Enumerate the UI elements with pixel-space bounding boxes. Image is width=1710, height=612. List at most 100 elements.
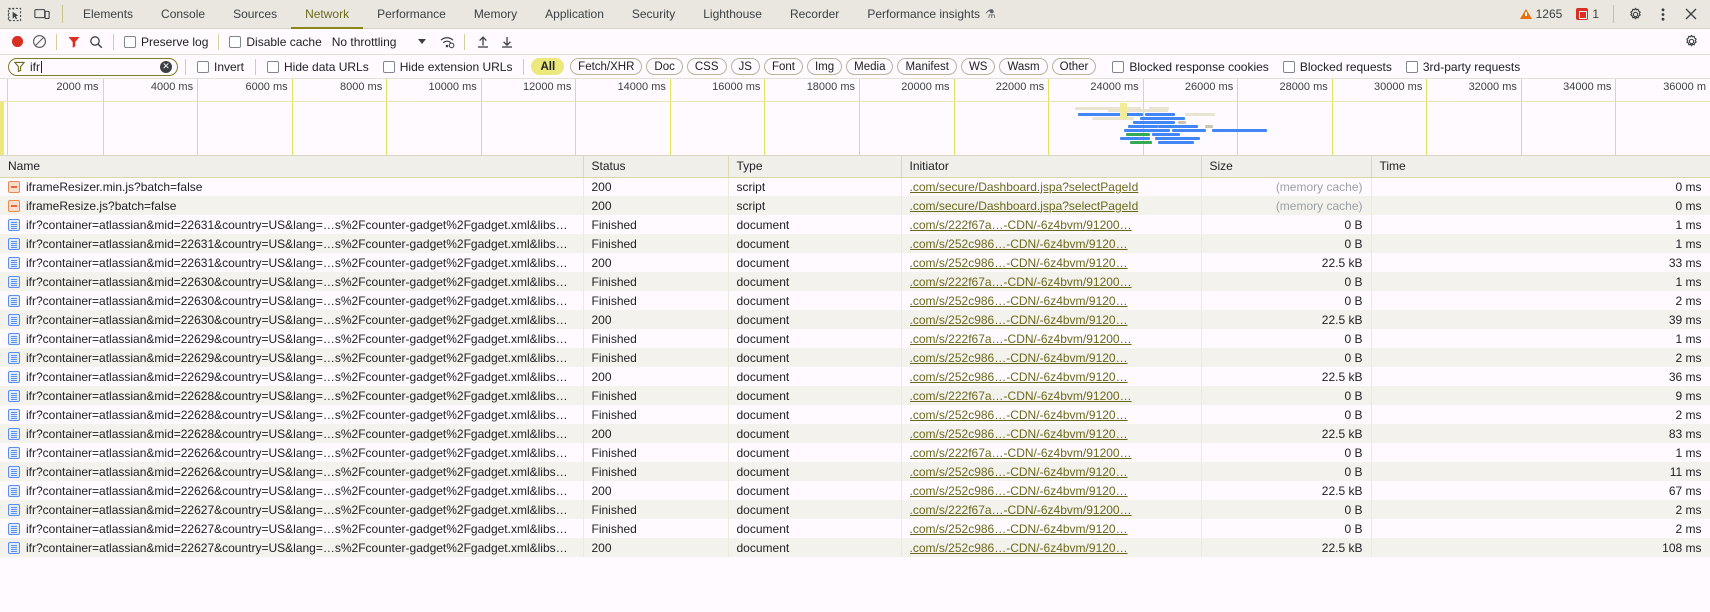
chevron-down-icon[interactable]	[418, 39, 426, 44]
initiator-link[interactable]: .com/s/252c986…-CDN/-6z4bvm/9120…	[910, 408, 1193, 422]
column-header-time[interactable]: Time	[1371, 156, 1710, 177]
cell-name[interactable]: ifr?container=atlassian&mid=22629&countr…	[0, 367, 583, 386]
tab-performance[interactable]: Performance	[363, 0, 460, 29]
initiator-link[interactable]: .com/s/222f67a…-CDN/-6z4bvm/91200…	[910, 332, 1193, 346]
table-row[interactable]: ifr?container=atlassian&mid=22630&countr…	[0, 272, 1710, 291]
initiator-link[interactable]: .com/s/252c986…-CDN/-6z4bvm/9120…	[910, 370, 1193, 384]
search-icon[interactable]	[85, 31, 107, 53]
table-row[interactable]: ifr?container=atlassian&mid=22628&countr…	[0, 386, 1710, 405]
table-row[interactable]: iframeResizer.min.js?batch=false200scrip…	[0, 177, 1710, 196]
type-filter-wasm[interactable]: Wasm	[999, 58, 1047, 75]
initiator-link[interactable]: .com/s/252c986…-CDN/-6z4bvm/9120…	[910, 313, 1193, 327]
network-conditions-icon[interactable]	[436, 31, 458, 53]
initiator-link[interactable]: .com/s/252c986…-CDN/-6z4bvm/9120…	[910, 256, 1193, 270]
device-toolbar-icon[interactable]	[28, 1, 56, 27]
gear-icon[interactable]	[1622, 1, 1648, 27]
tab-elements[interactable]: Elements	[69, 0, 147, 29]
table-row[interactable]: ifr?container=atlassian&mid=22628&countr…	[0, 405, 1710, 424]
type-filter-manifest[interactable]: Manifest	[897, 58, 956, 75]
type-filter-font[interactable]: Font	[764, 58, 803, 75]
third-party-requests-checkbox[interactable]: 3rd-party requests	[1402, 60, 1524, 74]
import-har-icon[interactable]	[471, 31, 495, 53]
tab-performance-insights[interactable]: Performance insights ⚗	[853, 0, 1009, 29]
hide-data-urls-checkbox[interactable]: Hide data URLs	[263, 60, 373, 74]
table-row[interactable]: ifr?container=atlassian&mid=22626&countr…	[0, 462, 1710, 481]
cell-name[interactable]: ifr?container=atlassian&mid=22626&countr…	[0, 481, 583, 500]
column-header-initiator[interactable]: Initiator	[901, 156, 1201, 177]
more-vertical-icon[interactable]	[1650, 1, 1676, 27]
initiator-link[interactable]: .com/s/252c986…-CDN/-6z4bvm/9120…	[910, 522, 1193, 536]
hide-extension-urls-checkbox[interactable]: Hide extension URLs	[379, 60, 517, 74]
cell-name[interactable]: ifr?container=atlassian&mid=22631&countr…	[0, 234, 583, 253]
type-filter-other[interactable]: Other	[1052, 58, 1097, 75]
type-filter-ws[interactable]: WS	[961, 58, 996, 75]
type-filter-fetch-xhr[interactable]: Fetch/XHR	[570, 58, 642, 75]
tab-application[interactable]: Application	[531, 0, 618, 29]
clear-filter-icon[interactable]: ✕	[160, 61, 172, 73]
table-row[interactable]: ifr?container=atlassian&mid=22629&countr…	[0, 348, 1710, 367]
initiator-link[interactable]: .com/secure/Dashboard.jspa?selectPageId	[910, 180, 1193, 194]
tab-console[interactable]: Console	[147, 0, 219, 29]
table-row[interactable]: ifr?container=atlassian&mid=22630&countr…	[0, 310, 1710, 329]
table-row[interactable]: ifr?container=atlassian&mid=22630&countr…	[0, 291, 1710, 310]
cell-name[interactable]: iframeResize.js?batch=false	[0, 196, 583, 215]
cell-name[interactable]: ifr?container=atlassian&mid=22626&countr…	[0, 443, 583, 462]
table-row[interactable]: ifr?container=atlassian&mid=22629&countr…	[0, 329, 1710, 348]
initiator-link[interactable]: .com/s/222f67a…-CDN/-6z4bvm/91200…	[910, 218, 1193, 232]
cell-name[interactable]: ifr?container=atlassian&mid=22628&countr…	[0, 386, 583, 405]
initiator-link[interactable]: .com/s/222f67a…-CDN/-6z4bvm/91200…	[910, 503, 1193, 517]
cell-name[interactable]: ifr?container=atlassian&mid=22629&countr…	[0, 329, 583, 348]
cell-name[interactable]: ifr?container=atlassian&mid=22631&countr…	[0, 215, 583, 234]
warning-count-badge[interactable]: 1265	[1514, 7, 1569, 21]
table-row[interactable]: iframeResize.js?batch=false200script.com…	[0, 196, 1710, 215]
cell-name[interactable]: ifr?container=atlassian&mid=22629&countr…	[0, 348, 583, 367]
settings-gear-icon[interactable]	[1678, 29, 1704, 55]
tab-lighthouse[interactable]: Lighthouse	[689, 0, 776, 29]
cell-name[interactable]: ifr?container=atlassian&mid=22630&countr…	[0, 291, 583, 310]
table-row[interactable]: ifr?container=atlassian&mid=22631&countr…	[0, 253, 1710, 272]
blocked-requests-checkbox[interactable]: Blocked requests	[1279, 60, 1396, 74]
initiator-link[interactable]: .com/s/252c986…-CDN/-6z4bvm/9120…	[910, 427, 1193, 441]
error-count-badge[interactable]: 1	[1570, 7, 1605, 21]
cell-name[interactable]: ifr?container=atlassian&mid=22627&countr…	[0, 500, 583, 519]
initiator-link[interactable]: .com/s/222f67a…-CDN/-6z4bvm/91200…	[910, 389, 1193, 403]
clear-icon[interactable]	[28, 31, 50, 53]
initiator-link[interactable]: .com/s/252c986…-CDN/-6z4bvm/9120…	[910, 465, 1193, 479]
initiator-link[interactable]: .com/s/252c986…-CDN/-6z4bvm/9120…	[910, 294, 1193, 308]
initiator-link[interactable]: .com/secure/Dashboard.jspa?selectPageId	[910, 199, 1193, 213]
record-button[interactable]	[6, 31, 28, 53]
table-row[interactable]: ifr?container=atlassian&mid=22631&countr…	[0, 215, 1710, 234]
tab-sources[interactable]: Sources	[219, 0, 291, 29]
close-icon[interactable]	[1678, 1, 1704, 27]
cell-name[interactable]: iframeResizer.min.js?batch=false	[0, 177, 583, 196]
cell-name[interactable]: ifr?container=atlassian&mid=22631&countr…	[0, 253, 583, 272]
type-filter-js[interactable]: JS	[731, 58, 760, 75]
cell-name[interactable]: ifr?container=atlassian&mid=22627&countr…	[0, 519, 583, 538]
initiator-link[interactable]: .com/s/252c986…-CDN/-6z4bvm/9120…	[910, 351, 1193, 365]
type-filter-img[interactable]: Img	[807, 58, 842, 75]
cell-name[interactable]: ifr?container=atlassian&mid=22628&countr…	[0, 424, 583, 443]
type-filter-all[interactable]: All	[531, 58, 564, 75]
type-filter-css[interactable]: CSS	[687, 58, 727, 75]
initiator-link[interactable]: .com/s/222f67a…-CDN/-6z4bvm/91200…	[910, 275, 1193, 289]
cell-name[interactable]: ifr?container=atlassian&mid=22630&countr…	[0, 310, 583, 329]
cell-name[interactable]: ifr?container=atlassian&mid=22630&countr…	[0, 272, 583, 291]
table-row[interactable]: ifr?container=atlassian&mid=22627&countr…	[0, 500, 1710, 519]
initiator-link[interactable]: .com/s/252c986…-CDN/-6z4bvm/9120…	[910, 484, 1193, 498]
network-overview[interactable]: 2000 ms4000 ms6000 ms8000 ms10000 ms1200…	[0, 79, 1710, 156]
table-row[interactable]: ifr?container=atlassian&mid=22631&countr…	[0, 234, 1710, 253]
initiator-link[interactable]: .com/s/252c986…-CDN/-6z4bvm/9120…	[910, 237, 1193, 251]
cell-name[interactable]: ifr?container=atlassian&mid=22628&countr…	[0, 405, 583, 424]
search-input[interactable]: ifr ✕	[8, 58, 178, 76]
type-filter-media[interactable]: Media	[846, 58, 893, 75]
preserve-log-checkbox[interactable]: Preserve log	[120, 35, 212, 49]
network-requests-table[interactable]: Name Status Type Initiator Size Time ifr…	[0, 156, 1710, 612]
filter-icon[interactable]	[63, 31, 85, 53]
tab-security[interactable]: Security	[618, 0, 689, 29]
column-header-type[interactable]: Type	[728, 156, 901, 177]
tab-network[interactable]: Network	[291, 0, 363, 29]
table-row[interactable]: ifr?container=atlassian&mid=22626&countr…	[0, 481, 1710, 500]
table-row[interactable]: ifr?container=atlassian&mid=22626&countr…	[0, 443, 1710, 462]
type-filter-doc[interactable]: Doc	[646, 58, 682, 75]
blocked-response-cookies-checkbox[interactable]: Blocked response cookies	[1108, 60, 1272, 74]
